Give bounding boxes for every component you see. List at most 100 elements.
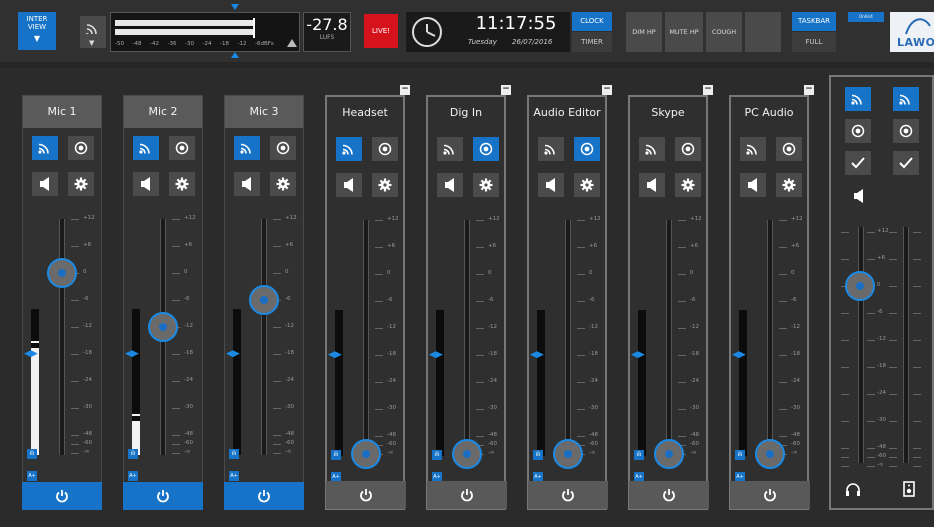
stream-button[interactable]: [133, 136, 159, 160]
channel-name[interactable]: Skype: [630, 97, 706, 129]
auto-gain-button[interactable]: A+: [128, 471, 138, 481]
mute-hp-button[interactable]: MUTE HP: [665, 12, 703, 52]
minimize-button[interactable]: −: [501, 85, 511, 95]
settings-button[interactable]: [372, 173, 398, 197]
fader-track[interactable]: [363, 220, 369, 456]
trim-arrows-icon[interactable]: ◀▶: [732, 350, 746, 360]
fader-track[interactable]: [464, 220, 470, 456]
trim-arrows-icon[interactable]: ◀▶: [429, 350, 443, 360]
mute-button[interactable]: [437, 173, 463, 197]
stream-button[interactable]: [437, 137, 463, 161]
fader-knob[interactable]: [553, 439, 583, 469]
fader-knob[interactable]: [452, 439, 482, 469]
settings-button[interactable]: [68, 172, 94, 196]
channel-power-button[interactable]: [123, 482, 203, 510]
settings-button[interactable]: [169, 172, 195, 196]
mute-button[interactable]: [336, 173, 362, 197]
channel-power-button[interactable]: [22, 482, 102, 510]
fader-track[interactable]: [59, 219, 65, 455]
stream-button[interactable]: [32, 136, 58, 160]
monitor-listen-button-1[interactable]: [845, 119, 871, 143]
monitor-listen-button-2[interactable]: [893, 119, 919, 143]
channel-name[interactable]: Headset: [327, 97, 403, 129]
live-button[interactable]: LIVE!: [364, 14, 398, 48]
mute-button[interactable]: [639, 173, 665, 197]
timer-mode-button[interactable]: TIMER: [572, 32, 612, 52]
channel-name[interactable]: Mic 2: [124, 96, 202, 128]
listen-button[interactable]: [169, 136, 195, 160]
listen-button[interactable]: [675, 137, 701, 161]
channel-power-button[interactable]: [730, 481, 810, 509]
waveform-icon[interactable]: ılı: [735, 450, 745, 460]
fader-knob[interactable]: [755, 439, 785, 469]
settings-button[interactable]: [574, 173, 600, 197]
waveform-icon[interactable]: ılı: [229, 449, 239, 459]
taskbar-button[interactable]: TASKBAR: [792, 12, 836, 31]
auto-gain-button[interactable]: A+: [229, 471, 239, 481]
waveform-icon[interactable]: ılı: [634, 450, 644, 460]
listen-button[interactable]: [372, 137, 398, 161]
monitor-stream-button-1[interactable]: [845, 87, 871, 111]
channel-power-button[interactable]: [427, 481, 507, 509]
fader-track[interactable]: [261, 219, 267, 455]
listen-button[interactable]: [270, 136, 296, 160]
channel-power-button[interactable]: [528, 481, 608, 509]
cough-button[interactable]: COUGH: [706, 12, 742, 52]
settings-button[interactable]: [270, 172, 296, 196]
trim-arrows-icon[interactable]: ◀▶: [631, 350, 645, 360]
monitor-check-button-1[interactable]: [845, 151, 871, 175]
waveform-icon[interactable]: ılı: [432, 450, 442, 460]
stream-button[interactable]: [740, 137, 766, 161]
fader-knob[interactable]: [47, 258, 77, 288]
monitor-stream-button-2[interactable]: [893, 87, 919, 111]
master-fader-track[interactable]: [858, 227, 864, 463]
settings-button[interactable]: [776, 173, 802, 197]
settings-button[interactable]: [675, 173, 701, 197]
waveform-icon[interactable]: ılı: [331, 450, 341, 460]
full-button[interactable]: FULL: [792, 32, 836, 52]
settings-button[interactable]: [473, 173, 499, 197]
trim-arrows-icon[interactable]: ◀▶: [125, 349, 139, 359]
trim-arrows-icon[interactable]: ◀▶: [530, 350, 544, 360]
channel-name[interactable]: Dig In: [428, 97, 504, 129]
minimize-button[interactable]: −: [703, 85, 713, 95]
waveform-icon[interactable]: ılı: [128, 449, 138, 459]
mute-button[interactable]: [234, 172, 260, 196]
trim-arrows-icon[interactable]: ◀▶: [328, 350, 342, 360]
channel-power-button[interactable]: [224, 482, 304, 510]
monitor-speaker-icon[interactable]: [903, 481, 915, 497]
listen-button[interactable]: [776, 137, 802, 161]
stream-button[interactable]: [336, 137, 362, 161]
minimize-button[interactable]: −: [602, 85, 612, 95]
trim-arrows-icon[interactable]: ◀▶: [226, 349, 240, 359]
stream-button[interactable]: [234, 136, 260, 160]
monitor-check-button-2[interactable]: [893, 151, 919, 175]
mute-button[interactable]: [740, 173, 766, 197]
interview-button[interactable]: INTER VIEW ▼: [18, 12, 56, 50]
channel-name[interactable]: PC Audio: [731, 97, 807, 129]
mute-button[interactable]: [133, 172, 159, 196]
channel-power-button[interactable]: [629, 481, 709, 509]
listen-button[interactable]: [473, 137, 499, 161]
stream-button[interactable]: [639, 137, 665, 161]
fader-track[interactable]: [666, 220, 672, 456]
dim-hp-button[interactable]: DIM HP: [626, 12, 662, 52]
fader-knob[interactable]: [249, 285, 279, 315]
empty-button[interactable]: [745, 12, 781, 52]
channel-name[interactable]: Audio Editor: [529, 97, 605, 129]
mute-button[interactable]: [32, 172, 58, 196]
mute-button[interactable]: [538, 173, 564, 197]
fader-track[interactable]: [565, 220, 571, 456]
listen-button[interactable]: [574, 137, 600, 161]
trim-arrows-icon[interactable]: ◀▶: [24, 349, 38, 359]
headphones-icon[interactable]: [845, 482, 861, 496]
master-fader-knob[interactable]: [845, 271, 875, 301]
stream-select-button[interactable]: ▼: [80, 16, 106, 48]
fader-knob[interactable]: [351, 439, 381, 469]
fader-knob[interactable]: [654, 439, 684, 469]
channel-power-button[interactable]: [326, 481, 406, 509]
waveform-icon[interactable]: ılı: [533, 450, 543, 460]
minimize-button[interactable]: −: [804, 85, 814, 95]
channel-name[interactable]: Mic 3: [225, 96, 303, 128]
stream-button[interactable]: [538, 137, 564, 161]
